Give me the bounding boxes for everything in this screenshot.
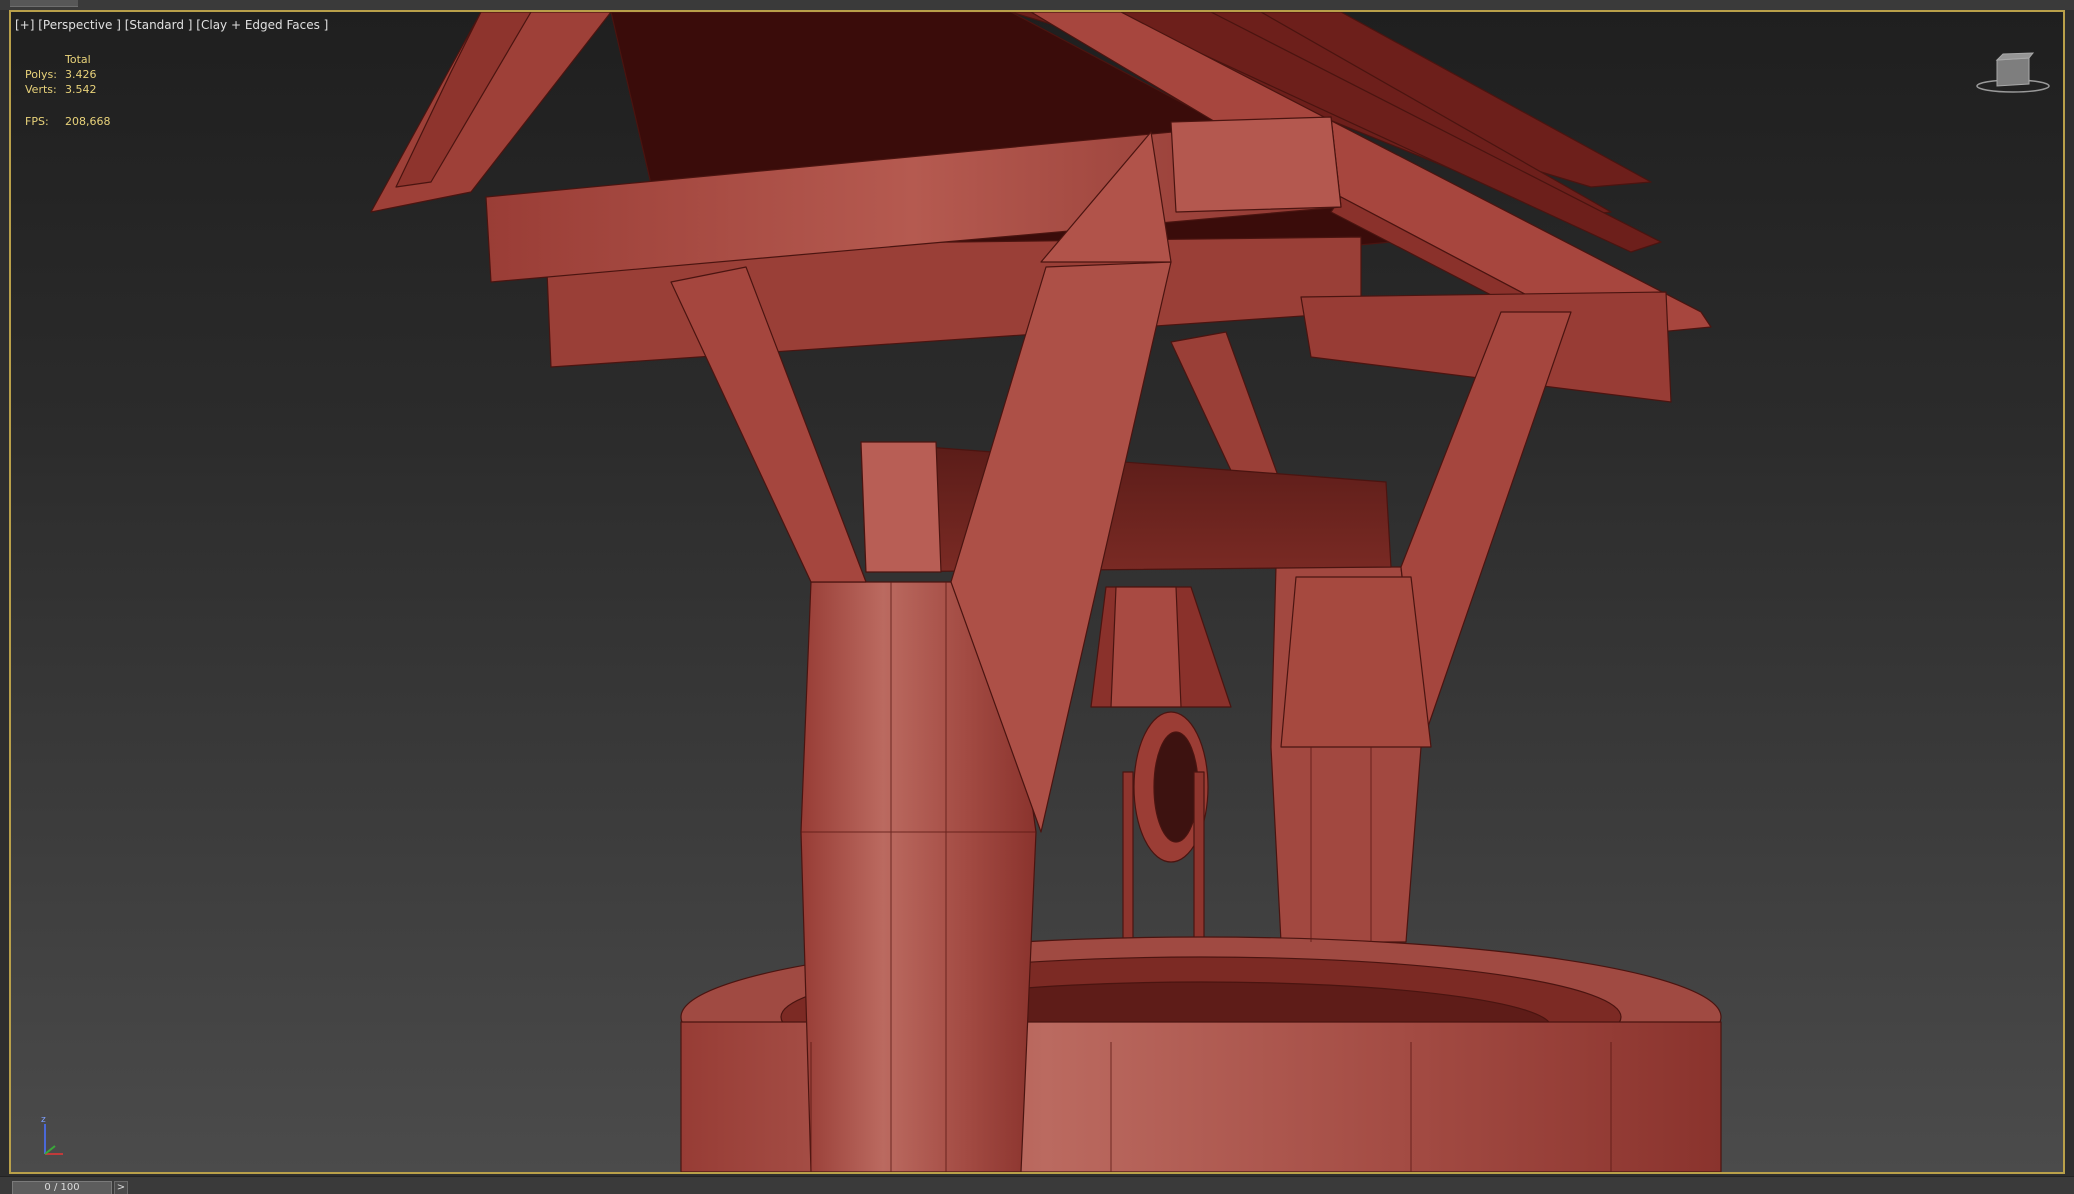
front-right-post — [1280, 576, 1432, 748]
verts-value: 3.542 — [65, 83, 97, 96]
viewport-label[interactable]: [+] [Perspective ] [Standard ] [Clay + E… — [15, 18, 328, 32]
viewport-tab[interactable] — [10, 0, 78, 7]
wishing-well-model — [370, 12, 1722, 1172]
time-slider[interactable]: 0 / 100 > — [0, 1176, 2074, 1194]
top-toolbar-strip — [0, 0, 2074, 10]
time-slider-thumb[interactable]: 0 / 100 — [12, 1181, 112, 1194]
stats-header: Total — [65, 53, 91, 66]
stats-polys: Polys: 3.426 — [25, 67, 97, 82]
time-next-button[interactable]: > — [114, 1181, 128, 1194]
max-application: [+] [Perspective ] [Standard ] [Clay + E… — [0, 0, 2074, 1194]
axis-z-label: z — [41, 1115, 46, 1125]
perspective-viewport[interactable]: [+] [Perspective ] [Standard ] [Clay + E… — [9, 10, 2065, 1174]
scene-render — [370, 12, 1722, 1172]
axis-tripod-icon: z — [41, 1115, 63, 1155]
polys-value: 3.426 — [65, 68, 97, 81]
stats-verts: Verts: 3.542 — [25, 82, 97, 97]
fps-value: 208,668 — [65, 115, 111, 128]
fps-label: FPS: — [25, 115, 49, 128]
verts-label: Verts: — [25, 83, 57, 96]
stats-fps: FPS: 208,668 — [25, 114, 111, 129]
polys-label: Polys: — [25, 68, 57, 81]
viewcube-icon[interactable] — [1973, 50, 2053, 98]
